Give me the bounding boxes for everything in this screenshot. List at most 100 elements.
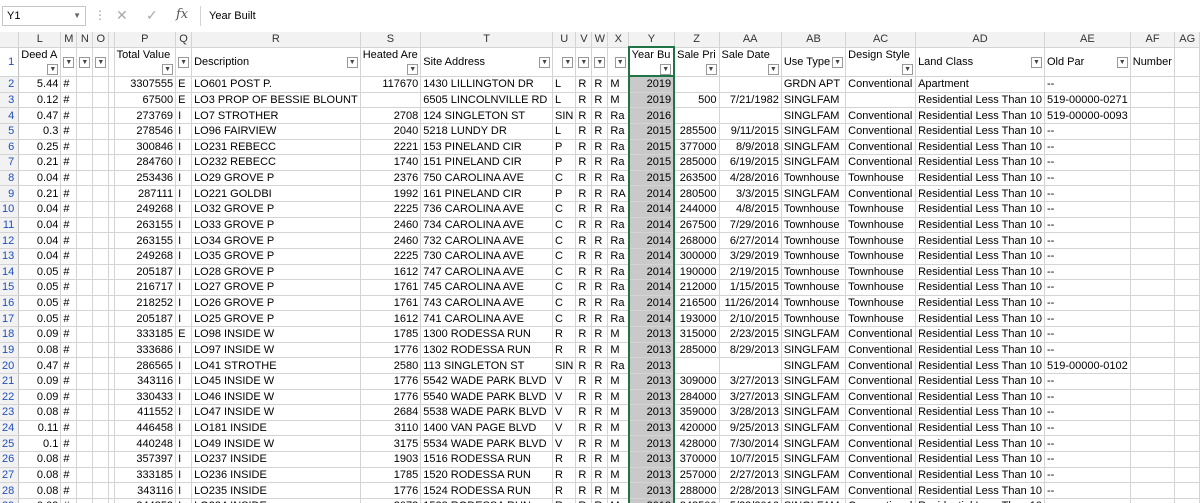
cell-n[interactable] bbox=[76, 185, 94, 202]
filter-dropdown-icon[interactable]: ▼ bbox=[47, 64, 59, 75]
cell-n[interactable] bbox=[76, 310, 94, 327]
cell-site-address[interactable]: 153 PINELAND CIR bbox=[420, 139, 554, 156]
cell-old-parcel[interactable]: -- bbox=[1044, 389, 1131, 406]
cell-v[interactable]: R bbox=[575, 279, 593, 296]
cell-land-class[interactable]: Residential Less Than 10 bbox=[915, 170, 1045, 187]
cell-n[interactable] bbox=[76, 92, 94, 109]
cell-w[interactable]: R bbox=[591, 76, 609, 93]
cell-old-parcel[interactable]: -- bbox=[1044, 154, 1131, 171]
cell-heated-area[interactable]: 1992 bbox=[360, 185, 422, 202]
cell-year-built[interactable]: 2013 bbox=[627, 467, 676, 484]
cell-m[interactable]: # bbox=[60, 357, 78, 374]
column-header-AB[interactable]: AB bbox=[781, 32, 847, 48]
cell-m[interactable]: # bbox=[60, 217, 78, 234]
cell-heated-area[interactable]: 2460 bbox=[360, 217, 422, 234]
cell-o[interactable] bbox=[92, 451, 110, 468]
column-header-P[interactable]: P bbox=[114, 32, 177, 48]
cell-land-class[interactable]: Residential Less Than 10 bbox=[915, 482, 1045, 499]
header-deed-acres[interactable]: Deed A ▼ bbox=[18, 47, 62, 77]
column-header-AA[interactable]: AA bbox=[719, 32, 782, 48]
cell-total-value[interactable]: 253436 bbox=[114, 170, 177, 187]
cell-q[interactable]: I bbox=[175, 264, 193, 281]
cell-land-class[interactable]: Residential Less Than 10 bbox=[915, 357, 1045, 374]
column-header-AC[interactable]: AC bbox=[845, 32, 917, 48]
cell-year-built[interactable]: 2013 bbox=[627, 373, 676, 390]
cell-u[interactable]: C bbox=[552, 264, 577, 281]
row-header[interactable]: 19 bbox=[0, 342, 20, 359]
cell-sale-price[interactable]: 244000 bbox=[674, 201, 720, 218]
cell-design-style[interactable]: Conventional bbox=[845, 139, 917, 156]
cell-old-parcel[interactable]: -- bbox=[1044, 373, 1131, 390]
cell-sale-date[interactable]: 7/21/1982 bbox=[719, 92, 782, 109]
row-header[interactable]: 27 bbox=[0, 467, 20, 484]
cell-number[interactable] bbox=[1130, 435, 1176, 452]
cell-o[interactable] bbox=[92, 389, 110, 406]
cell-v[interactable]: R bbox=[575, 467, 593, 484]
cell-sale-date[interactable]: 4/28/2016 bbox=[719, 170, 782, 187]
cell-number[interactable] bbox=[1130, 326, 1176, 343]
cell-deed-acres[interactable]: 0.47 bbox=[18, 107, 62, 124]
cell-o[interactable] bbox=[92, 248, 110, 265]
cell-year-built[interactable]: 2019 bbox=[627, 92, 676, 109]
cell-heated-area[interactable]: 1776 bbox=[360, 389, 422, 406]
cell-total-value[interactable]: 263155 bbox=[114, 232, 177, 249]
cell-sale-price[interactable]: 190000 bbox=[674, 264, 720, 281]
cell-w[interactable]: R bbox=[591, 404, 609, 421]
cell-v[interactable]: R bbox=[575, 404, 593, 421]
cell-n[interactable] bbox=[76, 373, 94, 390]
cell-total-value[interactable]: 205187 bbox=[114, 264, 177, 281]
cell-empty[interactable] bbox=[1174, 404, 1200, 421]
cell-use-type[interactable]: SINGLFAM bbox=[781, 435, 847, 452]
cell-use-type[interactable]: SINGLFAM bbox=[781, 498, 847, 503]
cell-sale-date[interactable]: 10/7/2015 bbox=[719, 451, 782, 468]
cell-number[interactable] bbox=[1130, 232, 1176, 249]
cell-site-address[interactable]: 5218 LUNDY DR bbox=[420, 123, 554, 140]
filter-dropdown-icon[interactable]: ▼ bbox=[767, 64, 779, 75]
cell-m[interactable]: # bbox=[60, 76, 78, 93]
cell-n[interactable] bbox=[76, 248, 94, 265]
cell-land-class[interactable]: Residential Less Than 10 bbox=[915, 248, 1045, 265]
column-header-AF[interactable]: AF bbox=[1130, 32, 1176, 48]
cell-u[interactable]: P bbox=[552, 139, 577, 156]
cell-old-parcel[interactable]: -- bbox=[1044, 326, 1131, 343]
cell-q[interactable]: I bbox=[175, 139, 193, 156]
row-header[interactable]: 5 bbox=[0, 123, 20, 140]
cell-x[interactable]: Ra bbox=[607, 310, 630, 327]
cell-x[interactable]: Ra bbox=[607, 201, 630, 218]
cell-total-value[interactable]: 284760 bbox=[114, 154, 177, 171]
cell-m[interactable]: # bbox=[60, 123, 78, 140]
filter-dropdown-icon[interactable]: ▼ bbox=[902, 64, 914, 75]
cell-description[interactable]: LO221 GOLDBI bbox=[191, 185, 361, 202]
cell-sale-date[interactable]: 3/3/2015 bbox=[719, 185, 782, 202]
cell-site-address[interactable]: 1300 RODESSA RUN bbox=[420, 326, 554, 343]
cell-design-style[interactable]: Townhouse bbox=[845, 310, 917, 327]
cell-u[interactable]: V bbox=[552, 420, 577, 437]
column-header-U[interactable]: U bbox=[552, 32, 577, 48]
cell-old-parcel[interactable]: -- bbox=[1044, 467, 1131, 484]
cell-year-built[interactable]: 2015 bbox=[627, 154, 676, 171]
cell-v[interactable]: R bbox=[575, 170, 593, 187]
cell-m[interactable]: # bbox=[60, 92, 78, 109]
cell-design-style[interactable]: Conventional bbox=[845, 482, 917, 499]
cell-empty[interactable] bbox=[1174, 498, 1200, 503]
cell-total-value[interactable]: 440248 bbox=[114, 435, 177, 452]
cell-x[interactable]: M bbox=[607, 498, 630, 503]
cell-number[interactable] bbox=[1130, 76, 1176, 93]
cell-deed-acres[interactable]: 0.08 bbox=[18, 467, 62, 484]
cell-w[interactable]: R bbox=[591, 279, 609, 296]
cell-w[interactable]: R bbox=[591, 498, 609, 503]
cell-land-class[interactable]: Residential Less Than 10 bbox=[915, 420, 1045, 437]
cell-u[interactable]: L bbox=[552, 76, 577, 93]
cell-u[interactable]: C bbox=[552, 201, 577, 218]
cell-x[interactable]: M bbox=[607, 451, 630, 468]
cell-sale-date[interactable]: 3/27/2013 bbox=[719, 389, 782, 406]
row-header[interactable]: 28 bbox=[0, 482, 20, 499]
cell-w[interactable]: R bbox=[591, 232, 609, 249]
cell-heated-area[interactable]: 2580 bbox=[360, 357, 422, 374]
row-header[interactable]: 20 bbox=[0, 357, 20, 374]
header-o[interactable]: ▼ bbox=[92, 47, 110, 77]
cell-deed-acres[interactable]: 0.08 bbox=[18, 482, 62, 499]
cell-x[interactable]: Ra bbox=[607, 295, 630, 312]
cell-empty[interactable] bbox=[1174, 373, 1200, 390]
cell-sale-price[interactable]: 309000 bbox=[674, 373, 720, 390]
